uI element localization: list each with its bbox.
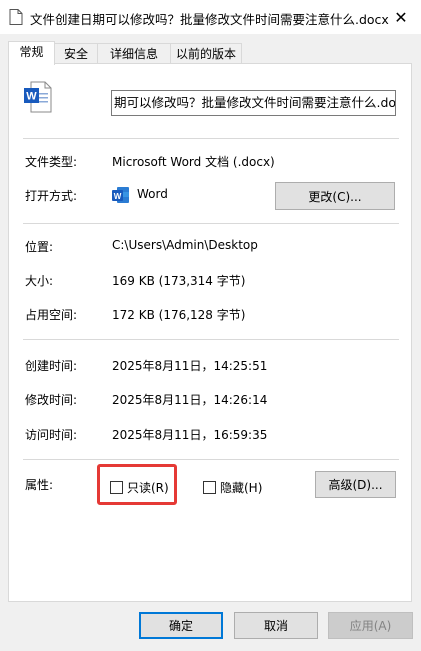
readonly-highlight-box	[97, 464, 177, 505]
word-app-icon: W	[112, 187, 129, 203]
tab-general[interactable]: 常规	[8, 41, 55, 65]
word-document-icon: W	[24, 81, 52, 113]
svg-text:W: W	[114, 192, 122, 201]
hidden-checkbox-label: 隐藏(H)	[220, 481, 263, 495]
open-with-value: Word	[137, 187, 168, 201]
divider	[23, 459, 399, 460]
hidden-checkbox-box[interactable]	[203, 481, 216, 494]
tab-previous-versions[interactable]: 以前的版本	[170, 43, 242, 64]
cancel-button[interactable]: 取消	[234, 612, 318, 639]
title-bar: 文件创建日期可以修改吗？批量修改文件时间需要注意什么.docx ✕	[0, 0, 421, 34]
accessed-label: 访问时间:	[25, 428, 78, 442]
ok-button[interactable]: 确定	[139, 612, 223, 639]
modified-value: 2025年8月11日，14:26:14	[112, 393, 268, 407]
divider	[23, 223, 399, 224]
close-icon: ✕	[394, 7, 408, 27]
advanced-button[interactable]: 高级(D)...	[315, 471, 396, 498]
accessed-value: 2025年8月11日，16:59:35	[112, 428, 268, 442]
file-type-value: Microsoft Word 文档 (.docx)	[112, 155, 275, 169]
open-with-label: 打开方式:	[25, 189, 78, 203]
modified-label: 修改时间:	[25, 393, 78, 407]
tab-security[interactable]: 安全	[54, 43, 98, 64]
disk-size-label: 占用空间:	[25, 308, 78, 322]
size-value: 169 KB (173,314 字节)	[112, 274, 246, 288]
general-panel: W 期可以修改吗？批量修改文件时间需要注意什么.docx 文件类型: Micro…	[8, 63, 412, 602]
apply-button[interactable]: 应用(A)	[328, 612, 413, 639]
attributes-label: 属性:	[25, 478, 54, 492]
created-value: 2025年8月11日，14:25:51	[112, 359, 268, 373]
window-title: 文件创建日期可以修改吗？批量修改文件时间需要注意什么.docx	[30, 12, 389, 27]
location-label: 位置:	[25, 240, 54, 254]
close-button[interactable]: ✕	[381, 0, 421, 34]
tab-details[interactable]: 详细信息	[97, 43, 171, 64]
divider	[23, 138, 399, 139]
divider	[23, 339, 399, 340]
change-button[interactable]: 更改(C)...	[275, 182, 395, 210]
created-label: 创建时间:	[25, 359, 78, 373]
svg-text:W: W	[26, 91, 37, 103]
disk-size-value: 172 KB (176,128 字节)	[112, 308, 246, 322]
document-icon	[9, 9, 23, 25]
filename-field[interactable]: 期可以修改吗？批量修改文件时间需要注意什么.docx	[111, 90, 396, 116]
location-value: C:\Users\Admin\Desktop	[112, 238, 258, 252]
hidden-checkbox[interactable]: 隐藏(H)	[203, 479, 262, 496]
size-label: 大小:	[25, 274, 54, 288]
file-type-label: 文件类型:	[25, 155, 78, 169]
